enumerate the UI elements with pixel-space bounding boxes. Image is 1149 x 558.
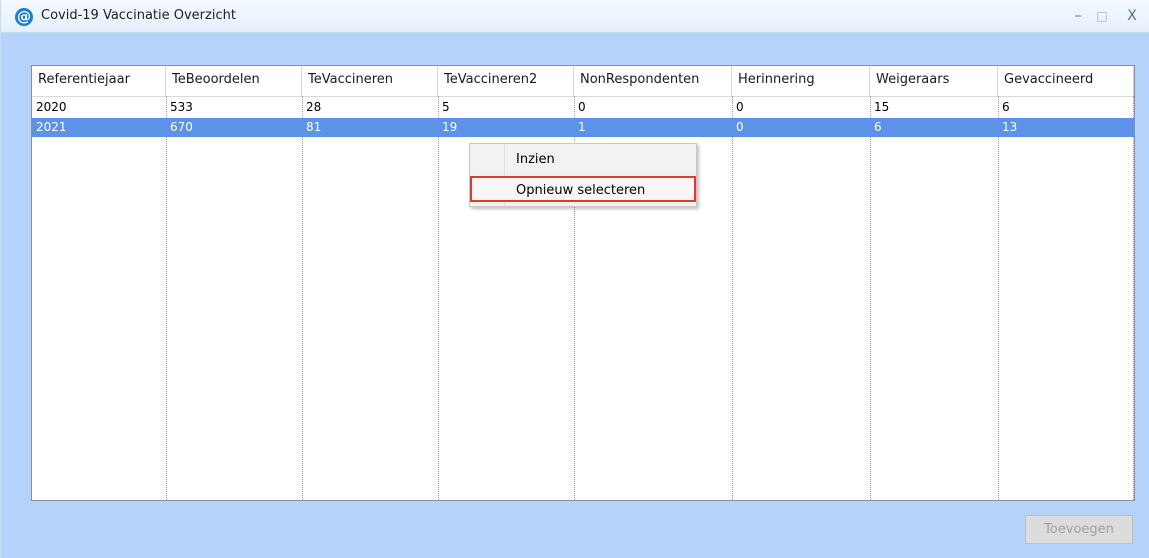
context-menu-item-inzien[interactable]: Inzien xyxy=(470,147,696,173)
table-cell: 2020 xyxy=(36,100,67,114)
context-menu: Inzien Opnieuw selecteren xyxy=(469,143,697,207)
table-cell: 533 xyxy=(170,100,193,114)
column-divider xyxy=(732,96,733,500)
grid-header-row: Referentiejaar TeBeoordelen TeVaccineren… xyxy=(32,66,1134,97)
table-cell: 28 xyxy=(306,100,322,114)
column-header-tebeoordelen[interactable]: TeBeoordelen xyxy=(166,66,302,96)
column-divider xyxy=(166,96,167,500)
table-cell: 13 xyxy=(1002,120,1018,134)
window-title: Covid-19 Vaccinatie Overzicht xyxy=(41,8,236,23)
table-cell: 15 xyxy=(874,100,890,114)
table-cell: 670 xyxy=(170,120,193,134)
column-divider xyxy=(302,96,303,500)
column-divider xyxy=(1133,96,1134,500)
table-cell: 0 xyxy=(736,100,744,114)
column-header-gevaccineerd[interactable]: Gevaccineerd xyxy=(998,66,1134,96)
table-cell: 1 xyxy=(578,120,586,134)
minimize-button[interactable]: – xyxy=(1067,6,1089,26)
table-cell: 0 xyxy=(578,100,586,114)
vaccination-data-grid[interactable]: Referentiejaar TeBeoordelen TeVaccineren… xyxy=(31,65,1135,501)
table-cell: 81 xyxy=(306,120,322,134)
table-cell: 6 xyxy=(1002,100,1010,114)
column-divider xyxy=(998,96,999,500)
table-cell: 19 xyxy=(442,120,458,134)
column-header-nonrespondenten[interactable]: NonRespondenten xyxy=(574,66,732,96)
app-at-icon: @ xyxy=(15,8,33,26)
column-header-tevaccineren[interactable]: TeVaccineren xyxy=(302,66,438,96)
column-divider xyxy=(438,96,439,500)
context-menu-item-opnieuw-selecteren[interactable]: Opnieuw selecteren xyxy=(470,176,696,202)
table-cell: 6 xyxy=(874,120,882,134)
context-menu-item-label: Opnieuw selecteren xyxy=(516,183,646,198)
maximize-button[interactable]: □ xyxy=(1091,6,1113,26)
add-button[interactable]: Toevoegen xyxy=(1025,515,1133,544)
column-header-herinnering[interactable]: Herinnering xyxy=(732,66,870,96)
close-button[interactable]: X xyxy=(1121,6,1143,26)
column-header-referentiejaar[interactable]: Referentiejaar xyxy=(32,66,166,96)
context-menu-item-label: Inzien xyxy=(516,152,555,167)
column-header-weigeraars[interactable]: Weigeraars xyxy=(870,66,998,96)
table-cell: 2021 xyxy=(36,120,67,134)
title-bar[interactable]: @ Covid-19 Vaccinatie Overzicht – □ X xyxy=(1,0,1149,33)
table-cell: 0 xyxy=(736,120,744,134)
column-header-tevaccineren2[interactable]: TeVaccineren2 xyxy=(438,66,574,96)
table-row-selected[interactable]: 2021 670 81 19 1 0 6 13 xyxy=(32,118,1134,137)
column-divider xyxy=(870,96,871,500)
application-window: @ Covid-19 Vaccinatie Overzicht – □ X Re… xyxy=(0,0,1149,558)
table-row[interactable]: 2020 533 28 5 0 0 15 6 xyxy=(32,98,1134,117)
table-cell: 5 xyxy=(442,100,450,114)
